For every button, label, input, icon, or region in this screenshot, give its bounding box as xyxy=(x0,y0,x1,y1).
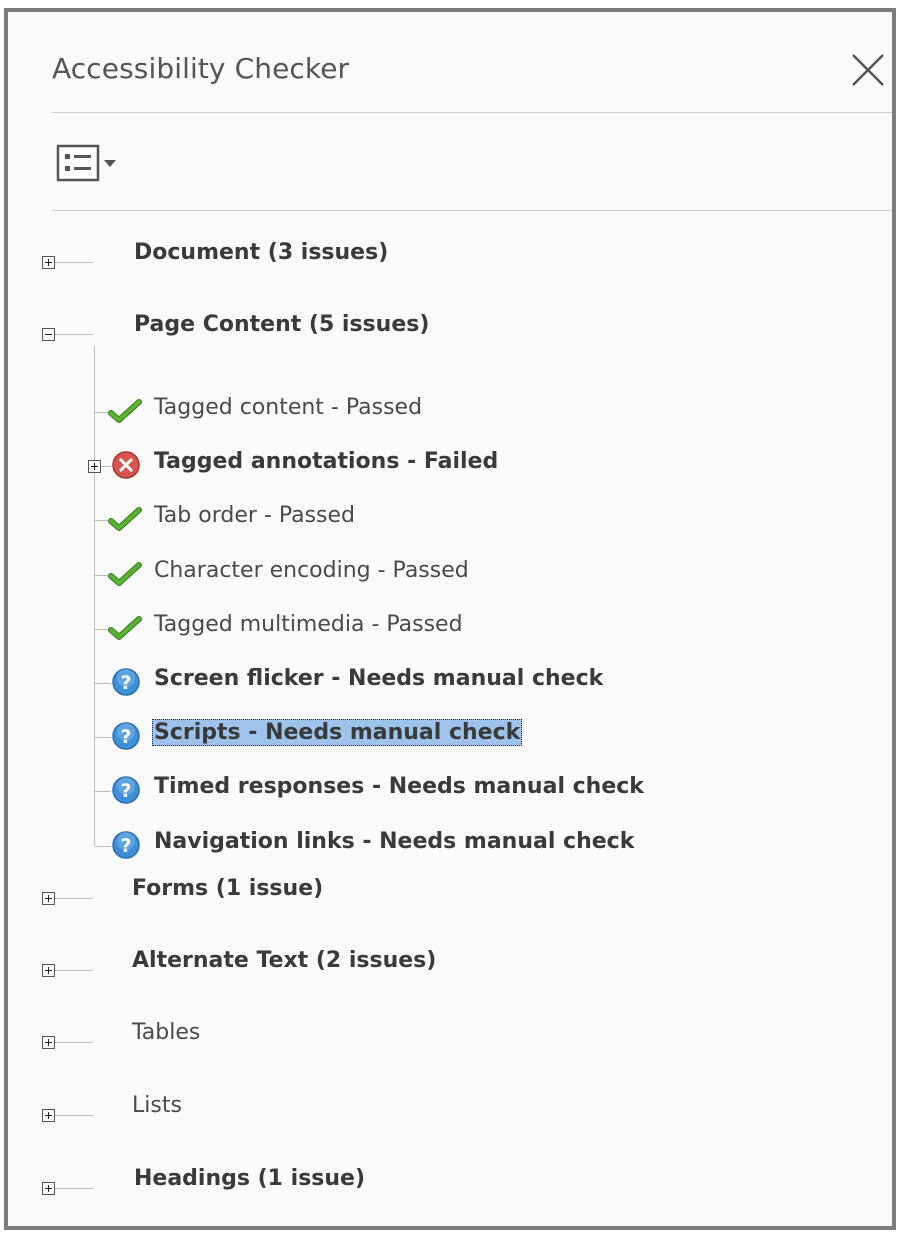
check-item-label: Character encoding - Passed xyxy=(154,557,469,583)
question-icon: ? xyxy=(112,668,140,696)
svg-text:?: ? xyxy=(120,726,131,748)
check-item-label: Scripts - Needs manual check xyxy=(152,719,523,747)
svg-text:?: ? xyxy=(120,835,131,857)
expander-tagged-annotations-failed[interactable] xyxy=(88,460,101,474)
status-icon-wrap: ? xyxy=(108,775,142,805)
expander-forms[interactable] xyxy=(42,892,55,905)
question-icon: ? xyxy=(112,776,140,805)
check-icon xyxy=(108,507,142,532)
svg-text:?: ? xyxy=(120,780,131,802)
check-item-label: Timed responses - Needs manual check xyxy=(154,774,644,800)
error-icon xyxy=(112,451,140,479)
connector-forms xyxy=(55,898,93,899)
accessibility-checker-panel: Accessibility Checker Document (3 issues… xyxy=(4,8,896,1230)
page-content-branch-line xyxy=(94,346,95,846)
status-icon-wrap: ? xyxy=(108,667,142,697)
expander-tables[interactable] xyxy=(42,1036,55,1049)
expander-lists[interactable] xyxy=(42,1109,55,1122)
check-item-label: Tagged content - Passed xyxy=(154,395,423,420)
question-icon: ? xyxy=(112,722,140,750)
category-page-content[interactable]: Page Content (5 issues) xyxy=(128,312,435,337)
connector-lists xyxy=(55,1115,93,1116)
category-lists[interactable]: Lists xyxy=(126,1093,188,1118)
expander-headings[interactable] xyxy=(42,1182,55,1195)
connector-tables xyxy=(55,1042,93,1043)
category-forms[interactable]: Forms (1 issue) xyxy=(126,876,329,901)
status-icon-wrap xyxy=(108,450,142,480)
category-document[interactable]: Document (3 issues) xyxy=(128,240,394,265)
check-item-label: Screen flicker - Needs manual check xyxy=(154,666,604,691)
status-icon-wrap xyxy=(108,504,142,534)
check-item-label: Navigation links - Needs manual check xyxy=(154,828,635,854)
category-alternate-text[interactable]: Alternate Text (2 issues) xyxy=(126,948,442,973)
svg-text:?: ? xyxy=(120,672,131,694)
check-icon xyxy=(108,615,142,640)
connector-headings xyxy=(55,1188,93,1189)
connector-document xyxy=(55,262,93,263)
issues-tree: Document (3 issues) Page Content (5 issue… xyxy=(8,12,892,1226)
status-icon-wrap: ? xyxy=(108,721,142,751)
check-item-label: Tagged annotations - Failed xyxy=(154,449,499,475)
connector-page-content xyxy=(55,334,93,335)
connector-alternate-text xyxy=(55,970,93,971)
status-icon-wrap xyxy=(108,613,142,643)
status-icon-wrap: ? xyxy=(108,830,142,860)
expander-document[interactable] xyxy=(42,256,55,269)
check-item-label: Tagged multimedia - Passed xyxy=(154,611,463,637)
status-icon-wrap xyxy=(108,559,142,589)
status-icon-wrap xyxy=(108,396,142,426)
question-icon: ? xyxy=(112,830,140,859)
expander-alternate-text[interactable] xyxy=(42,964,55,977)
check-icon xyxy=(108,561,142,586)
category-tables[interactable]: Tables xyxy=(126,1020,206,1045)
check-icon xyxy=(108,399,142,423)
expander-page-content[interactable] xyxy=(42,328,55,341)
check-item-label: Tab order - Passed xyxy=(154,503,356,529)
category-headings[interactable]: Headings (1 issue) xyxy=(128,1166,371,1191)
